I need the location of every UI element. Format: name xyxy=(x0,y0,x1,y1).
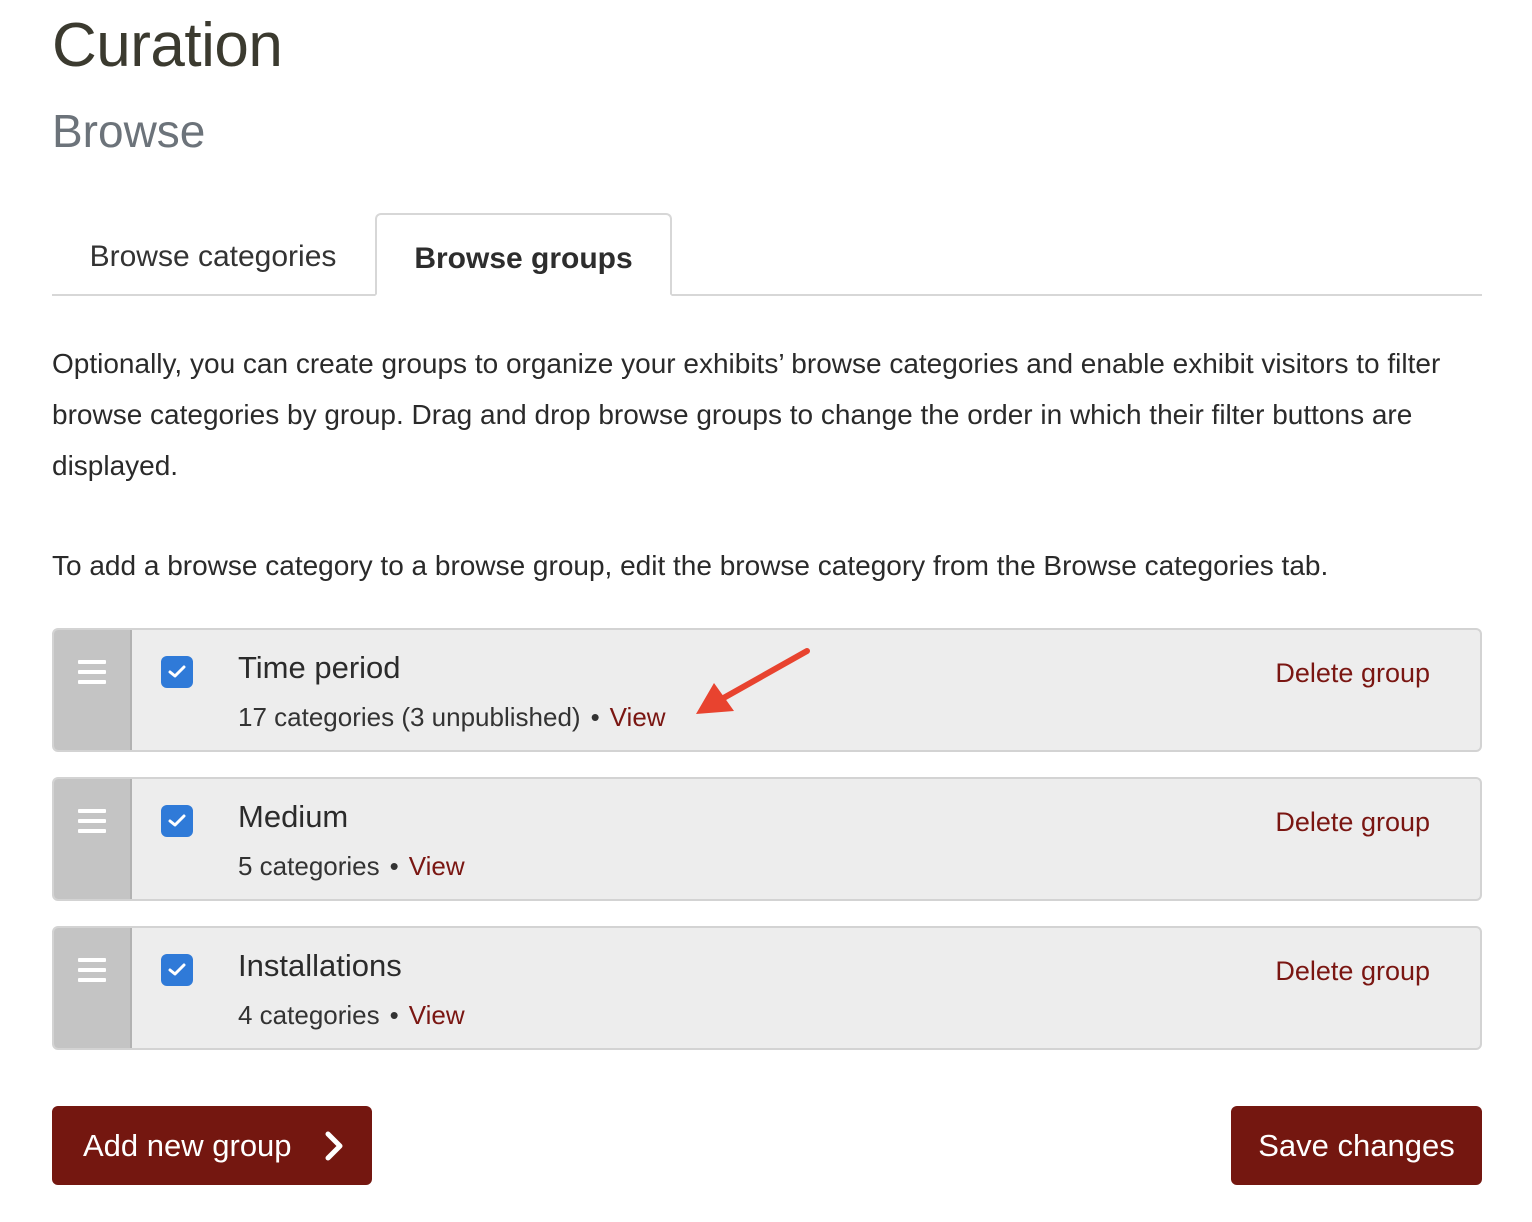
annotation-arrow-icon xyxy=(696,648,810,714)
group-category-count: 5 categories xyxy=(238,851,380,881)
add-new-group-button[interactable]: Add new group xyxy=(52,1106,372,1185)
view-link[interactable]: View xyxy=(409,851,465,881)
group-meta: 4 categories • View xyxy=(238,1000,465,1031)
page-title: Curation xyxy=(52,11,283,80)
view-link[interactable]: View xyxy=(610,702,666,732)
checkmark-icon xyxy=(168,963,186,976)
drag-handle-icon xyxy=(78,660,106,684)
delete-group-link[interactable]: Delete group xyxy=(1275,658,1430,689)
view-link[interactable]: View xyxy=(409,1000,465,1030)
group-meta: 5 categories • View xyxy=(238,851,465,882)
tab-browse-groups[interactable]: Browse groups xyxy=(375,213,672,296)
tab-browse-categories[interactable]: Browse categories xyxy=(52,213,374,294)
checkmark-icon xyxy=(168,665,186,678)
group-category-count: 17 categories (3 unpublished) xyxy=(238,702,581,732)
drag-handle-icon xyxy=(78,958,106,982)
add-new-group-label: Add new group xyxy=(83,1128,292,1163)
drag-handle[interactable] xyxy=(54,779,132,899)
group-category-count: 4 categories xyxy=(238,1000,380,1030)
chevron-right-icon xyxy=(325,1131,343,1161)
separator-dot: • xyxy=(389,1000,399,1030)
tab-bar: Browse categories Browse groups xyxy=(52,213,1482,296)
page-subtitle: Browse xyxy=(52,105,206,157)
drag-handle[interactable] xyxy=(54,928,132,1048)
group-name: Installations xyxy=(238,948,402,983)
group-checkbox[interactable] xyxy=(161,656,193,688)
save-changes-button[interactable]: Save changes xyxy=(1231,1106,1482,1185)
group-row-medium: Medium 5 categories • View Delete group xyxy=(52,777,1482,901)
drag-handle[interactable] xyxy=(54,630,132,750)
checkmark-icon xyxy=(168,814,186,827)
delete-group-link[interactable]: Delete group xyxy=(1275,956,1430,987)
separator-dot: • xyxy=(590,702,600,732)
group-name: Medium xyxy=(238,799,349,834)
group-name: Time period xyxy=(238,650,401,685)
drag-handle-icon xyxy=(78,809,106,833)
group-row-installations: Installations 4 categories • View Delete g… xyxy=(52,926,1482,1050)
group-meta: 17 categories (3 unpublished) • View xyxy=(238,702,666,733)
separator-dot: • xyxy=(389,851,399,881)
note-text: To add a browse category to a browse gro… xyxy=(52,550,1329,581)
group-checkbox[interactable] xyxy=(161,954,193,986)
intro-text: Optionally, you can create groups to org… xyxy=(52,348,1441,481)
group-checkbox[interactable] xyxy=(161,805,193,837)
delete-group-link[interactable]: Delete group xyxy=(1275,807,1430,838)
